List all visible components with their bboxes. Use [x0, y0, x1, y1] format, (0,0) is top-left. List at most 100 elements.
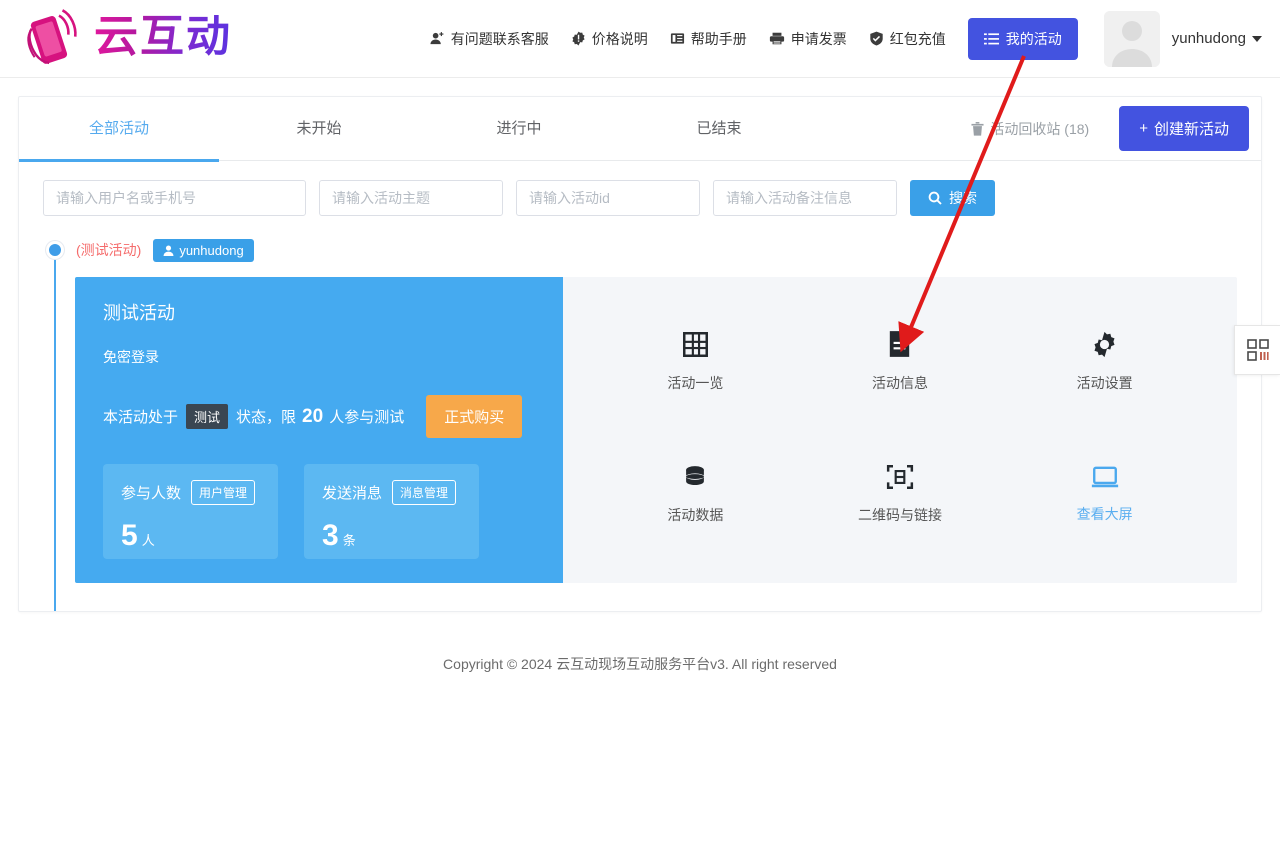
activity-owner-label: yunhudong — [179, 242, 244, 258]
tab-all-activities[interactable]: 全部活动 — [19, 97, 219, 162]
tab-not-started[interactable]: 未开始 — [219, 97, 419, 161]
tab-ended[interactable]: 已结束 — [619, 97, 819, 161]
nav-price-info-label: 价格说明 — [591, 30, 648, 47]
nav-recharge-label: 红包充值 — [889, 30, 946, 47]
module-qrcode-link[interactable]: 二维码与链接 — [798, 464, 1003, 525]
module-activity-data-label: 活动数据 — [667, 507, 724, 523]
activity-stats: 参与人数 用户管理 5人 发送消息 消息管理 3 条 — [103, 464, 539, 559]
price-info-icon — [572, 31, 585, 46]
status-prefix: 本活动处于 — [103, 409, 179, 426]
module-activity-data[interactable]: 活动数据 — [593, 464, 798, 525]
stat-participants-unit: 人 — [141, 533, 155, 548]
activity-login-mode: 免密登录 — [103, 349, 159, 365]
module-activity-settings[interactable]: 活动设置 — [1002, 331, 1207, 393]
status-suffix: 人参与测试 — [329, 409, 405, 426]
shield-recharge-icon — [870, 31, 883, 46]
my-activity-button[interactable]: 我的活动 — [967, 17, 1078, 60]
status-middle: 状态，限 — [236, 409, 297, 426]
stat-messages-unit: 条 — [342, 533, 356, 548]
phone-logo-icon — [27, 8, 77, 64]
recycle-bin-label: 活动回收站 (18) — [990, 120, 1090, 137]
nav-recharge[interactable]: 红包充值 — [869, 29, 946, 49]
user-management-button[interactable]: 用户管理 — [191, 480, 256, 505]
search-input-username[interactable] — [43, 180, 306, 216]
nav-invoice[interactable]: 申请发票 — [769, 29, 847, 49]
search-input-topic[interactable] — [319, 180, 503, 216]
search-input-activity-id[interactable] — [516, 180, 700, 216]
status-chip: 测试 — [186, 404, 229, 429]
timeline-line — [54, 259, 56, 611]
tab-ended-label: 已结束 — [696, 119, 742, 137]
module-activity-info[interactable]: 活动信息 — [798, 330, 1003, 393]
top-navigation: 有问题联系客服 价格说明 帮助手册 申请发票 红包充值 我的活动 yunhudo… — [430, 10, 1280, 67]
recycle-bin-link[interactable]: 活动回收站 (18) — [971, 119, 1089, 139]
main-card: 全部活动 未开始 进行中 已结束 活动回收站 (18) + 创建新活动 请输入用… — [18, 96, 1262, 612]
gear-icon — [1094, 331, 1115, 357]
logo-text: 云互动 — [94, 11, 232, 61]
contact-support-icon — [430, 32, 444, 45]
activity-owner-tag[interactable]: yunhudong — [153, 238, 254, 262]
stat-participants-value: 5 — [121, 519, 138, 552]
module-activity-overview-label: 活动一览 — [667, 374, 724, 391]
printer-invoice-icon — [769, 32, 784, 45]
nav-invoice-label: 申请发票 — [790, 30, 847, 47]
user-name-label: yunhudong — [1171, 30, 1246, 47]
activity-header: (测试活动) yunhudong — [43, 235, 1237, 265]
nav-price-info[interactable]: 价格说明 — [571, 29, 648, 49]
tab-all-activities-label: 全部活动 — [88, 119, 149, 137]
nav-manual[interactable]: 帮助手册 — [670, 29, 747, 49]
user-icon — [163, 245, 174, 256]
trash-icon — [971, 121, 984, 136]
tab-in-progress-label: 进行中 — [496, 119, 542, 137]
footer: Copyright © 2024 云互动现场互动服务平台v3. All righ… — [18, 612, 1262, 674]
footer-copyright: Copyright © 2024 云互动现场互动服务平台v3. All righ… — [443, 656, 837, 672]
create-activity-plus: + — [1139, 120, 1148, 137]
search-button-label: 搜索 — [949, 190, 977, 206]
activity-summary: 测试活动 免密登录 本活动处于 测试 状态，限 20 人参与测试 正式购买 参与… — [75, 277, 563, 583]
avatar — [1103, 10, 1160, 67]
stat-participants-value-wrap: 5人 — [121, 519, 260, 553]
app-header: 云互动 有问题联系客服 价格说明 帮助手册 申请发票 红包充值 我的活动 yun… — [0, 0, 1280, 78]
activity-name: 测试活动 — [103, 303, 175, 323]
user-menu[interactable]: yunhudong — [1172, 30, 1262, 47]
stat-messages-label: 发送消息 — [322, 485, 383, 502]
my-activity-label: 我的活动 — [1005, 30, 1062, 47]
activity-note: (测试活动) — [76, 242, 142, 258]
stat-messages-value: 3 — [322, 519, 339, 552]
stat-messages: 发送消息 消息管理 3条 — [304, 464, 479, 559]
tabs-bar: 全部活动 未开始 进行中 已结束 活动回收站 (18) + 创建新活动 — [19, 97, 1261, 162]
activity-timeline: (测试活动) yunhudong 测试活动 免密登录 本活动处于 测试 状态，限… — [19, 231, 1261, 611]
timeline-dot — [46, 241, 64, 259]
search-icon — [928, 191, 942, 205]
stat-messages-value-wrap: 3条 — [322, 519, 461, 553]
create-activity-label: 创建新活动 — [1153, 121, 1229, 138]
manual-book-icon — [670, 33, 684, 44]
formal-purchase-label: 正式购买 — [444, 409, 505, 426]
module-activity-settings-label: 活动设置 — [1076, 374, 1133, 391]
message-management-button[interactable]: 消息管理 — [392, 480, 457, 505]
tab-in-progress[interactable]: 进行中 — [419, 97, 619, 161]
module-activity-info-label: 活动信息 — [871, 375, 928, 391]
user-avatar-placeholder — [1103, 10, 1160, 67]
grid-icon — [682, 331, 708, 357]
module-view-screen[interactable]: 查看大屏 — [1002, 465, 1207, 524]
list-icon — [983, 32, 999, 44]
formal-purchase-button[interactable]: 正式购买 — [426, 395, 523, 438]
search-button[interactable]: 搜索 — [910, 180, 995, 216]
module-view-screen-label: 查看大屏 — [1076, 506, 1133, 522]
search-input-remark[interactable] — [713, 180, 897, 216]
user-area[interactable]: yunhudong — [1103, 10, 1262, 67]
activity-status-line: 本活动处于 测试 状态，限 20 人参与测试 正式购买 — [103, 395, 539, 438]
activity-panel: 测试活动 免密登录 本活动处于 测试 状态，限 20 人参与测试 正式购买 参与… — [75, 277, 1237, 583]
nav-contact-support[interactable]: 有问题联系客服 — [430, 29, 549, 49]
logo[interactable]: 云互动 — [22, 8, 232, 70]
stat-participants-label: 参与人数 — [121, 485, 182, 502]
floating-qrcode-button[interactable] — [1234, 325, 1280, 375]
module-activity-overview[interactable]: 活动一览 — [593, 331, 798, 393]
create-activity-button[interactable]: + 创建新活动 — [1119, 106, 1249, 151]
monitor-icon — [1091, 466, 1118, 488]
stat-messages-top: 发送消息 消息管理 — [322, 480, 461, 505]
database-icon — [686, 466, 705, 486]
status-limit-number: 20 — [302, 405, 324, 427]
stat-participants: 参与人数 用户管理 5人 — [103, 464, 278, 559]
